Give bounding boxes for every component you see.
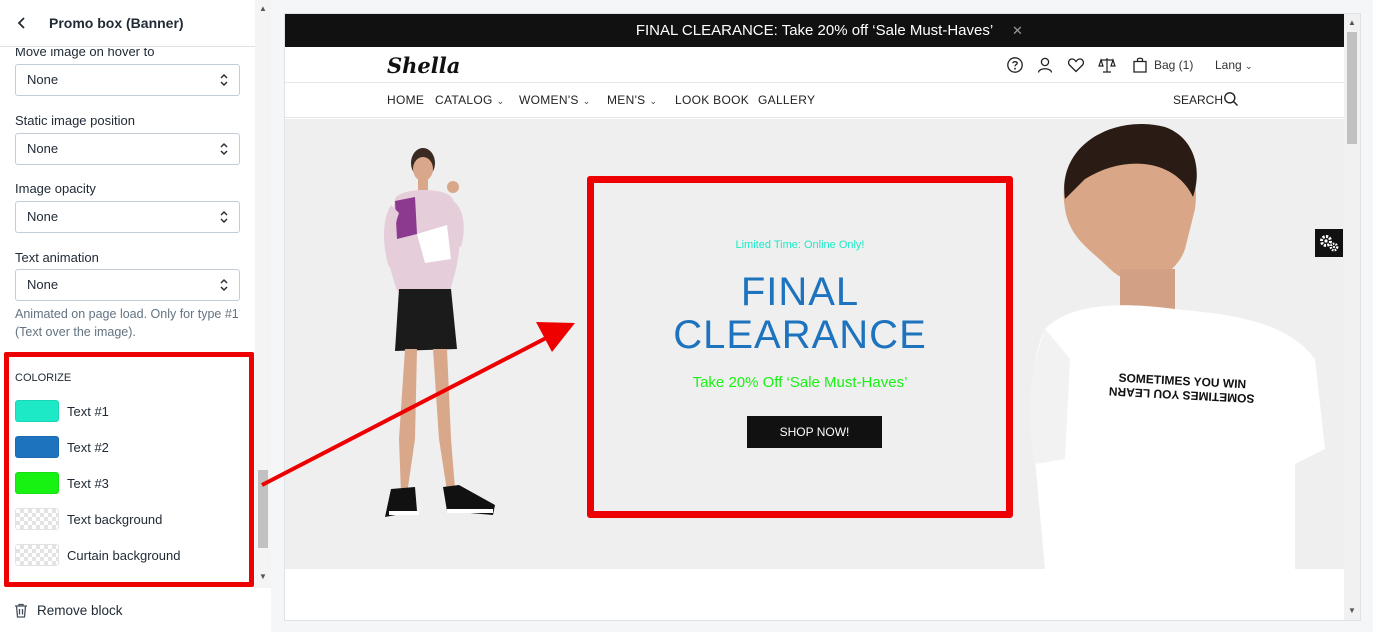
- text-animation-label: Text animation: [15, 250, 99, 265]
- text-animation-value: None: [27, 277, 59, 292]
- nav-label: LOOK BOOK: [675, 93, 750, 107]
- nav-item-catalog[interactable]: CATALOG ⌄: [435, 93, 505, 107]
- image-opacity-label: Image opacity: [15, 181, 96, 196]
- trash-icon: [15, 603, 27, 618]
- scroll-down-icon[interactable]: ▼: [259, 572, 267, 581]
- announcement-bar: FINAL CLEARANCE: Take 20% off ‘Sale Must…: [285, 14, 1344, 47]
- chevron-down-icon: ⌄: [582, 96, 591, 106]
- select-arrows-icon: [220, 143, 228, 155]
- scroll-up-icon[interactable]: ▲: [1348, 18, 1356, 27]
- color-label: Curtain background: [67, 547, 181, 563]
- language-selector[interactable]: Lang ⌄: [1215, 58, 1253, 72]
- color-swatch[interactable]: [15, 472, 59, 494]
- back-button[interactable]: [5, 0, 39, 47]
- preview-scrollbar[interactable]: ▲ ▼: [1344, 14, 1360, 620]
- scroll-down-icon[interactable]: ▼: [1348, 606, 1356, 615]
- bag-icon[interactable]: [1131, 56, 1149, 74]
- select-arrows-icon: [220, 211, 228, 223]
- color-text-2[interactable]: Text #2: [15, 436, 109, 458]
- promo-title: FINAL CLEARANCE: [587, 271, 1013, 357]
- color-label: Text #3: [67, 475, 109, 491]
- text-animation-help: Animated on page load. Only for type #1 …: [15, 307, 239, 339]
- nav-item-womens[interactable]: WOMEN'S ⌄: [519, 93, 591, 107]
- panel-scroll-thumb[interactable]: [258, 470, 268, 548]
- promo-banner: SOMETIMES YOU WIN SOMETIMES YOU LEARN Li…: [285, 119, 1344, 569]
- bag-label[interactable]: Bag (1): [1154, 58, 1193, 72]
- move-image-hover-select[interactable]: None: [15, 64, 240, 96]
- promo-small-text: Limited Time: Online Only!: [735, 239, 865, 251]
- store-header: Shella Bag (1) Lang ⌄: [285, 47, 1344, 83]
- chevron-down-icon: ⌄: [649, 96, 658, 106]
- promo-title-line2: CLEARANCE: [673, 313, 927, 357]
- color-swatch[interactable]: [15, 544, 59, 566]
- gears-icon: [1320, 235, 1339, 252]
- remove-block-button[interactable]: Remove block: [0, 588, 271, 632]
- nav-item-gallery[interactable]: GALLERY: [758, 93, 815, 107]
- select-arrows-icon: [220, 279, 228, 291]
- color-text-background[interactable]: Text background: [15, 508, 162, 530]
- color-swatch[interactable]: [15, 508, 59, 530]
- nav-label: WOMEN'S: [519, 93, 579, 107]
- move-image-hover-value: None: [27, 72, 59, 87]
- chevron-down-icon: ⌄: [1245, 61, 1253, 71]
- wishlist-heart-icon[interactable]: [1067, 56, 1085, 74]
- announcement-text: FINAL CLEARANCE: Take 20% off ‘Sale Must…: [635, 22, 994, 39]
- color-curtain-background[interactable]: Curtain background: [15, 544, 180, 566]
- nav-item-home[interactable]: HOME: [387, 93, 424, 107]
- chevron-down-icon: ⌄: [496, 96, 505, 106]
- promo-subtitle: Take 20% Off ‘Sale Must-Haves’: [692, 374, 908, 391]
- select-arrows-icon: [220, 74, 228, 86]
- search-icon[interactable]: [1223, 91, 1239, 107]
- help-icon[interactable]: [1006, 56, 1024, 74]
- color-swatch[interactable]: [15, 436, 59, 458]
- compare-scale-icon[interactable]: [1098, 56, 1116, 74]
- color-text-3[interactable]: Text #3: [15, 472, 109, 494]
- scroll-up-icon[interactable]: ▲: [259, 4, 267, 13]
- nav-item-mens[interactable]: MEN'S ⌄: [607, 93, 657, 107]
- nav-label: GALLERY: [758, 93, 816, 107]
- model-woman-image: [384, 148, 495, 517]
- promo-title-line1: FINAL: [740, 270, 860, 314]
- shop-now-button[interactable]: SHOP NOW!: [747, 416, 882, 448]
- text-animation-select[interactable]: None: [15, 269, 240, 301]
- nav-item-look-book[interactable]: LOOK BOOK: [675, 93, 749, 107]
- account-icon[interactable]: [1036, 56, 1054, 74]
- color-swatch[interactable]: [15, 400, 59, 422]
- remove-block-label: Remove block: [37, 602, 123, 618]
- panel-title: Promo box (Banner): [49, 15, 184, 31]
- settings-panel: Promo box (Banner) Move image on hover t…: [0, 0, 271, 632]
- image-opacity-value: None: [27, 209, 59, 224]
- colorize-heading: COLORIZE: [15, 372, 72, 384]
- search-label[interactable]: SEARCH: [1173, 93, 1223, 107]
- close-icon[interactable]: ✕: [1012, 23, 1023, 39]
- store-logo[interactable]: Shella: [387, 53, 460, 78]
- color-label: Text #2: [67, 439, 109, 455]
- nav-label: MEN'S: [607, 93, 646, 107]
- nav-label: CATALOG: [435, 93, 493, 107]
- settings-gears-button[interactable]: [1315, 229, 1343, 257]
- static-image-position-select[interactable]: None: [15, 133, 240, 165]
- model-man-image: [1029, 123, 1325, 569]
- storefront-preview: FINAL CLEARANCE: Take 20% off ‘Sale Must…: [285, 14, 1360, 620]
- static-image-position-value: None: [27, 141, 59, 156]
- move-image-hover-label: Move image on hover to: [15, 48, 155, 59]
- content-below-banner: [285, 569, 1344, 620]
- color-label: Text #1: [67, 403, 109, 419]
- preview-scroll-thumb[interactable]: [1347, 32, 1357, 144]
- panel-header: Promo box (Banner): [0, 0, 255, 47]
- color-label: Text background: [67, 511, 163, 527]
- static-image-position-label: Static image position: [15, 113, 135, 128]
- color-text-1[interactable]: Text #1: [15, 400, 109, 422]
- nav-label: HOME: [387, 93, 425, 107]
- image-opacity-select[interactable]: None: [15, 201, 240, 233]
- language-label: Lang: [1215, 58, 1242, 72]
- panel-scrollbar[interactable]: ▲ ▼: [255, 0, 271, 588]
- chevron-left-icon: [17, 17, 25, 29]
- main-navigation: HOME CATALOG ⌄ WOMEN'S ⌄ MEN'S ⌄ LOOK BOOK …: [285, 84, 1344, 118]
